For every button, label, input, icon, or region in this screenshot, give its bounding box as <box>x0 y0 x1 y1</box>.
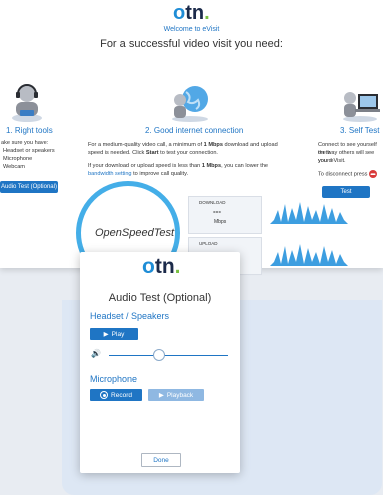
audio-test-button[interactable]: Audio Test (Optional) <box>0 181 58 193</box>
connection-text-line3: If your download or upload speed is less… <box>88 163 269 169</box>
volume-slider-thumb[interactable] <box>152 349 165 361</box>
openspeedtest-logo: OpenSpeedTest <box>95 227 175 239</box>
connection-text-line2: speed is needed. Click Start to test you… <box>88 150 218 156</box>
record-button[interactable]: Record <box>90 389 142 401</box>
headset-speakers-label: Headset / Speakers <box>90 311 170 321</box>
headset-person-icon <box>12 84 42 122</box>
play-icon: ▶ <box>103 331 109 338</box>
globe-connection-icon <box>172 86 208 122</box>
volume-slider-track[interactable] <box>109 355 228 356</box>
self-test-text-line3: your eVisit. <box>318 158 346 164</box>
otn-logo: otn. <box>173 2 210 24</box>
internet-connection-title: 2. Good internet connection <box>145 126 244 135</box>
self-test-button[interactable]: Test <box>322 186 370 198</box>
tools-item-microphone: Microphone <box>3 156 33 162</box>
hangup-icon <box>369 170 377 178</box>
requirements-subtitle: For a successful video visit you need: <box>100 38 283 50</box>
self-test-laptop-icon <box>343 92 380 122</box>
tools-item-webcam: Webcam <box>3 164 25 170</box>
connection-text-line4: bandwidth setting to improve call qualit… <box>88 171 189 177</box>
volume-icon: 🔊 <box>91 349 101 358</box>
play-icon: ▶ <box>158 392 164 399</box>
welcome-heading: Welcome to eVisit <box>163 26 220 33</box>
upload-wave-icon <box>270 244 348 266</box>
evisit-background-page: otn. Welcome to eVisit For a successful … <box>0 0 383 285</box>
download-label: DOWNLOAD <box>199 200 226 205</box>
download-stat: DOWNLOAD --- Mbps <box>188 196 262 234</box>
tools-item-headset: Headset or speakers <box>3 148 55 154</box>
right-tools-title: 1. Right tools <box>6 126 53 135</box>
play-button[interactable]: ▶ Play <box>90 328 138 340</box>
tools-intro: ake sure you have: <box>1 140 49 146</box>
dialog-title: Audio Test (Optional) <box>108 292 212 304</box>
bandwidth-setting-link[interactable]: bandwidth setting <box>88 171 132 177</box>
self-test-title: 3. Self Test <box>340 126 380 135</box>
done-button[interactable]: Done <box>141 453 181 467</box>
record-icon <box>100 391 109 399</box>
download-unit: Mbps <box>214 219 227 225</box>
connection-text-line1: For a medium-quality video call, a minim… <box>88 142 278 148</box>
microphone-label: Microphone <box>90 374 138 384</box>
disconnect-text: To disconnect press <box>318 170 377 178</box>
upload-label: UPLOAD <box>199 241 218 246</box>
playback-button[interactable]: ▶ Playback <box>148 389 204 401</box>
otn-logo: otn. <box>142 255 181 278</box>
audio-test-dialog: otn. Audio Test (Optional) Headset / Spe… <box>80 252 240 473</box>
download-value: --- <box>213 207 221 216</box>
download-wave-icon <box>270 202 348 224</box>
